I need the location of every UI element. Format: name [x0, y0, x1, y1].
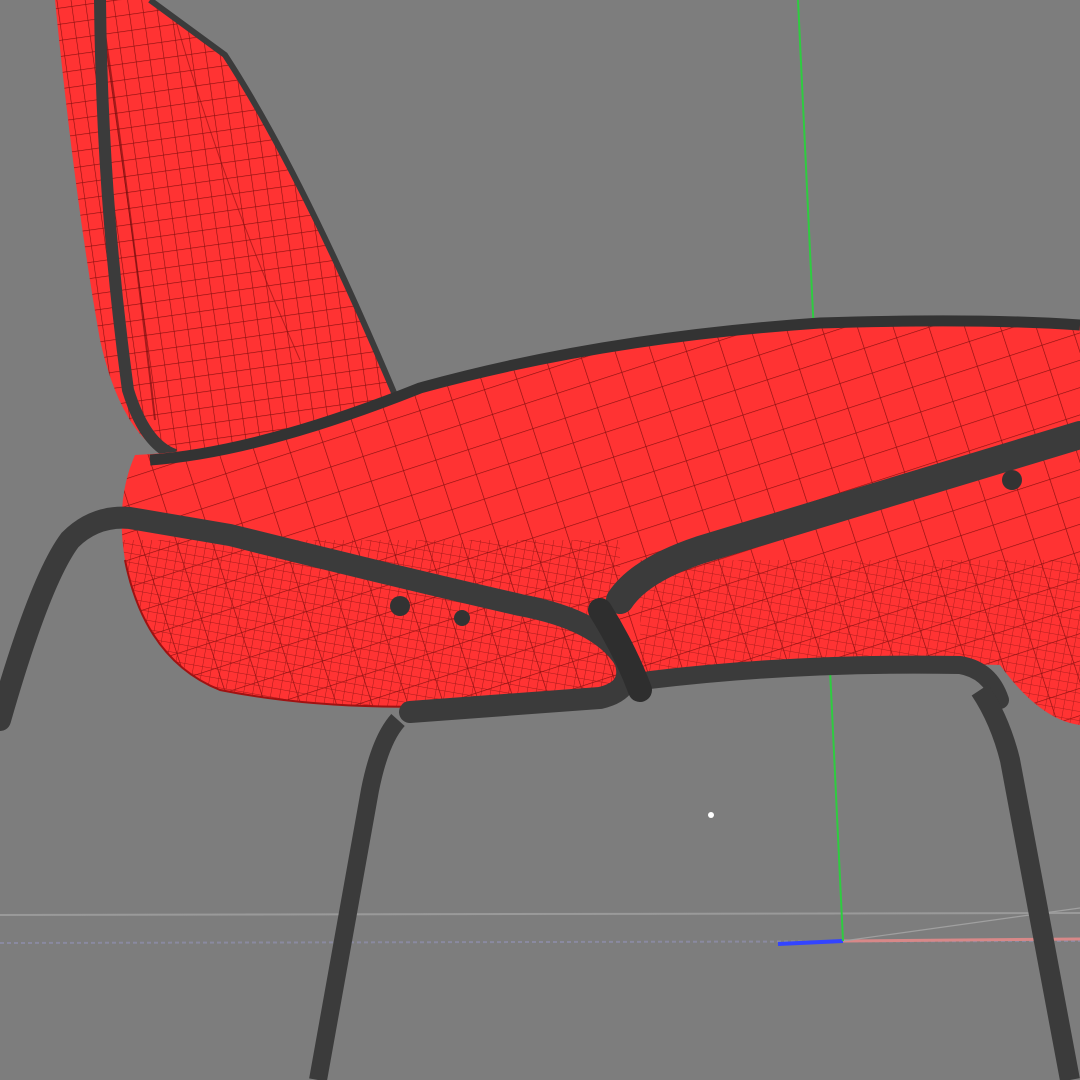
- chair-backrest[interactable]: [0, 0, 420, 470]
- grid-line-top: [0, 912, 1080, 916]
- 3d-viewport[interactable]: [0, 0, 1080, 1080]
- scene-canvas[interactable]: [0, 0, 1080, 1080]
- pivot-marker: [708, 812, 714, 818]
